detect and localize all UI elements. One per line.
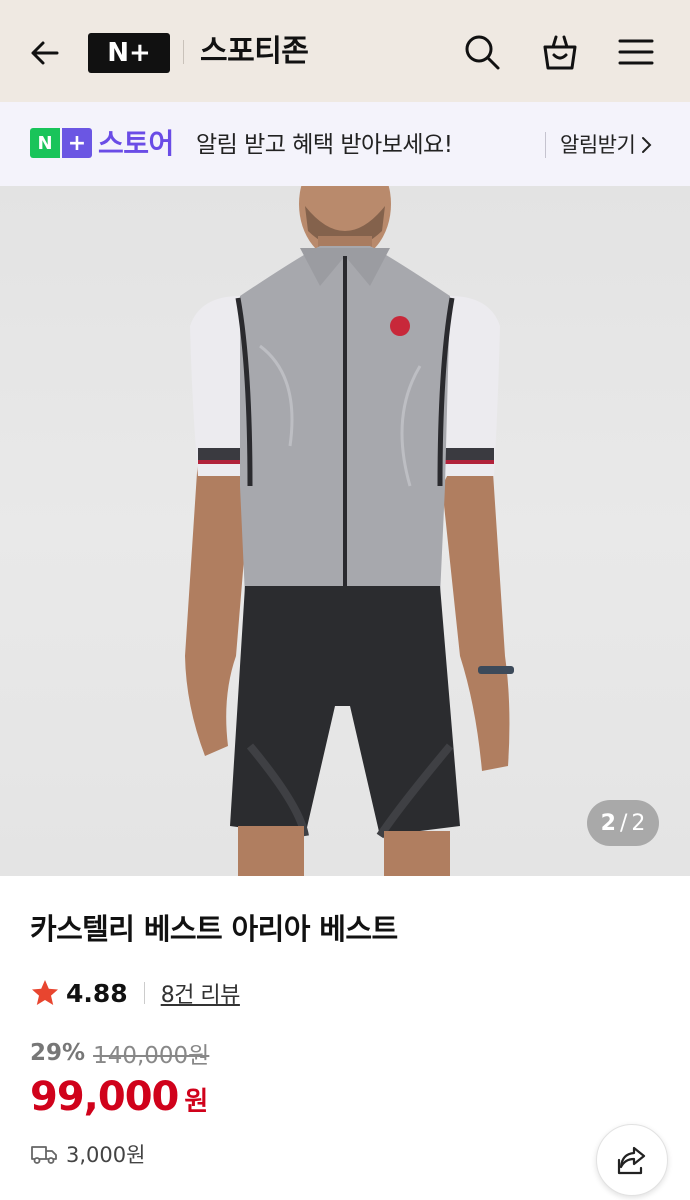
- cart-button[interactable]: [536, 28, 584, 76]
- promo-message: 알림 받고 혜택 받아보세요!: [196, 132, 453, 158]
- share-button[interactable]: [596, 1124, 668, 1196]
- image-page-indicator: 2 / 2: [587, 800, 659, 846]
- star-icon: [32, 980, 58, 1005]
- header-divider: [183, 40, 184, 64]
- delivery-truck-icon: [31, 1146, 57, 1164]
- rating-row: 4.88 8건 리뷰: [30, 974, 240, 1012]
- promo-divider: [545, 132, 546, 158]
- price-row: 99,000 원: [30, 1074, 208, 1120]
- search-icon: [465, 35, 500, 70]
- product-title: 카스텔리 베스트 아리아 베스트: [30, 912, 398, 946]
- review-count-link[interactable]: 8건 리뷰: [161, 977, 241, 1009]
- page-current: 2: [600, 810, 616, 836]
- page-total: 2: [631, 810, 646, 836]
- nplus-logo[interactable]: N+: [88, 33, 170, 73]
- discount-rate: 29%: [30, 1040, 86, 1066]
- price-unit: 원: [184, 1087, 209, 1117]
- store-name[interactable]: 스포티존: [200, 30, 309, 74]
- n-mark: N: [30, 128, 60, 158]
- product-photo-illustration: [185, 186, 514, 876]
- notify-button[interactable]: 알림받기: [560, 128, 653, 162]
- product-image[interactable]: [0, 186, 690, 876]
- back-button[interactable]: [22, 30, 68, 76]
- menu-icon: [618, 39, 654, 65]
- search-button[interactable]: [458, 28, 506, 76]
- promo-banner[interactable]: N + 스토어 알림 받고 혜택 받아보세요! 알림받기: [0, 102, 690, 186]
- plus-mark: +: [62, 128, 92, 158]
- shipping-fee: 3,000원: [66, 1143, 146, 1167]
- promo-store-label: 스토어: [98, 127, 174, 160]
- original-price: 140,000원: [93, 1043, 210, 1069]
- shipping-row: 3,000원: [30, 1138, 145, 1170]
- page-separator: /: [619, 810, 628, 836]
- nplus-store-logo: N +: [30, 128, 92, 158]
- menu-button[interactable]: [612, 28, 660, 76]
- shopping-bag-icon: [543, 35, 577, 70]
- rating-divider: [143, 982, 145, 1004]
- discount-row: 29% 140,000원: [30, 1036, 209, 1070]
- notify-button-label: 알림받기: [560, 133, 636, 157]
- back-arrow-icon: [31, 41, 59, 65]
- rating-value: 4.88: [66, 978, 128, 1008]
- chevron-right-icon: [642, 137, 652, 153]
- nplus-logo-text: N+: [107, 38, 151, 68]
- sale-price: 99,000: [30, 1074, 179, 1120]
- share-icon: [617, 1146, 646, 1175]
- top-bar: N+ 스포티존: [0, 0, 690, 102]
